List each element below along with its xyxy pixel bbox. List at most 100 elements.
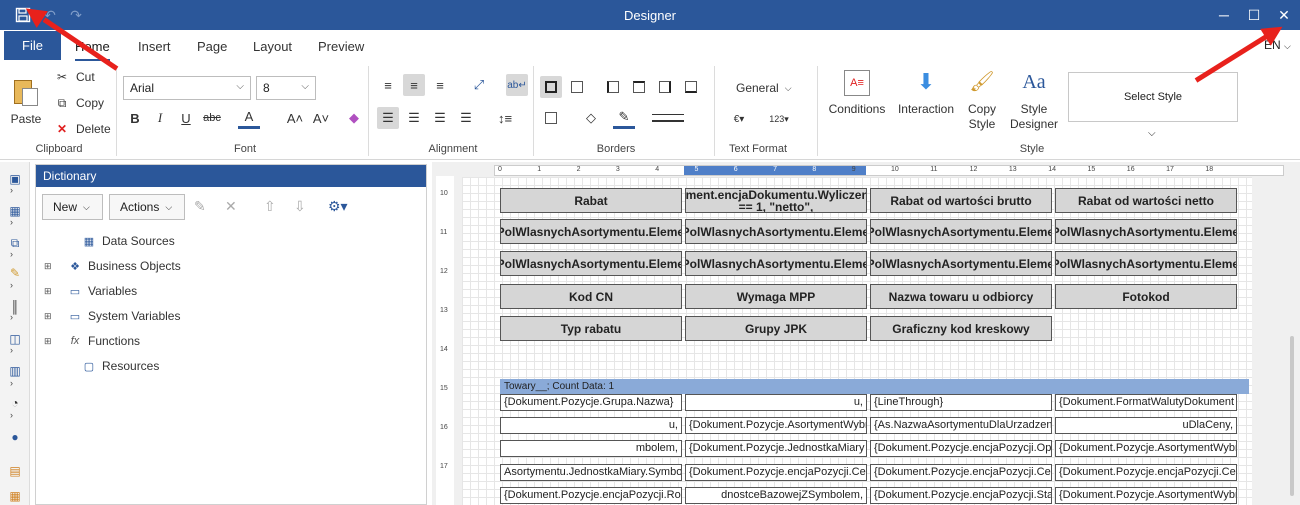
data-cell[interactable]: {Dokument.Pozycje.Grupa.Nazwa} [500,394,682,411]
header-cell[interactable]: Grupy JPK [685,316,867,341]
border-left-button[interactable] [602,76,624,98]
chevron-right-icon[interactable]: › [10,185,13,195]
data-cell[interactable]: {LineThrough} [870,394,1052,411]
barcode-icon[interactable]: ║ [6,298,24,316]
expand-icon[interactable]: ⊞ [44,261,54,272]
data-cell[interactable]: Asortymentu.JednostkaMiary.Symbo [500,464,682,481]
data-cell[interactable]: {Dokument.Pozycje.encjaPozycji.Cen [1055,464,1237,481]
tree-item-resources[interactable]: ▢ Resources [58,359,160,373]
select-style-gallery[interactable]: Select Style [1068,72,1238,122]
align-right-button[interactable]: ☰ [429,107,451,129]
header-cell[interactable]: Rabat [500,188,682,213]
calendar-icon[interactable]: ▦ [6,487,24,505]
header-cell[interactable]: {NazwyPolWlasnychAsortymentu.ElementAt(3… [1055,219,1237,244]
no-border-button[interactable] [566,76,588,98]
header-cell[interactable]: {NazwyPolWlasnychAsortymentu.ElementAt(2… [870,219,1052,244]
tab-preview[interactable]: Preview [318,39,364,54]
header-cell[interactable]: {NazwyPolWlasnychAsortymentu.ElementAt(7… [1055,251,1237,276]
delete-button[interactable]: ✕ Delete [54,121,111,137]
align-justify-button[interactable]: ☰ [455,107,477,129]
move-up-icon[interactable]: ⇧ [264,198,276,215]
grow-font-button[interactable]: A˄ [284,107,306,129]
header-cell[interactable]: Fotokod [1055,284,1237,309]
underline-button[interactable]: U [175,107,197,129]
strikethrough-button[interactable]: abc [201,107,223,129]
font-family-select[interactable]: Arial ⌵ [123,76,251,100]
border-bottom-button[interactable] [680,76,702,98]
chevron-right-icon[interactable]: › [10,217,13,227]
remove-icon[interactable]: ✕ [225,198,237,215]
header-cell[interactable]: Typ rabatu [500,316,682,341]
all-borders-button[interactable] [540,76,562,98]
chevron-right-icon[interactable]: › [10,410,13,420]
tree-item-business-objects[interactable]: ⊞ ❖ Business Objects [44,259,181,273]
align-top-button[interactable]: ≡ [377,74,399,96]
data-cell[interactable]: mbolem, [500,440,682,457]
data-cell[interactable]: {Dokument.Pozycje.encjaPozycji.Opi [870,440,1052,457]
word-wrap-button[interactable]: ab↵ [506,74,528,96]
border-color-button[interactable]: ✎ [613,107,635,129]
interaction-button[interactable]: ⬇ Interaction [895,70,957,117]
font-size-select[interactable]: 8 ⌵ [256,76,316,100]
bold-button[interactable]: B [124,107,146,129]
data-cell[interactable]: {Dokument.Pozycje.encjaPozycji.Cen [685,464,867,481]
redo-icon[interactable]: ↷ [66,5,86,25]
data-cell[interactable]: uDlaCeny, [1055,417,1237,434]
file-tab[interactable]: File [4,31,61,60]
border-style-button[interactable] [650,107,686,129]
header-cell[interactable]: Nazwa towaru u odbiorcy [870,284,1052,309]
copy-style-button[interactable]: 🖌 Copy Style [960,70,1004,132]
align-center-button[interactable]: ☰ [403,107,425,129]
style-designer-button[interactable]: Aa Style Designer [1008,70,1060,132]
data-cell[interactable]: {Dokument.Pozycje.JednostkaMiary As.Pods… [685,440,867,457]
data-cell[interactable]: {Dokument.Pozycje.encjaPozycji.Rod zajAs… [500,487,682,504]
tree-item-functions[interactable]: ⊞ fx Functions [44,334,140,348]
data-cell[interactable]: u, [500,417,682,434]
align-bottom-button[interactable]: ≡ [429,74,451,96]
chevron-right-icon[interactable]: › [10,345,13,355]
align-left-button[interactable]: ☰ [377,107,399,129]
italic-button[interactable]: I [149,107,171,129]
chevron-right-icon[interactable]: › [10,312,13,322]
data-cell[interactable]: {Dokument.FormatWalutyDokument [1055,394,1237,411]
tree-item-system-variables[interactable]: ⊞ ▭ System Variables [44,309,180,323]
header-cell[interactable]: {NazwyPolWlasnychAsortymentu.ElementAt(1… [685,219,867,244]
header-cell[interactable]: {NazwyPolWlasnychAsortymentu.ElementAt(6… [870,251,1052,276]
chevron-down-icon[interactable]: ⌵ [1148,128,1156,139]
border-top-button[interactable] [628,76,650,98]
data-cell[interactable]: {Dokument.Pozycje.encjaPozycji.Cen [870,464,1052,481]
shapes-icon[interactable]: ◫ [6,330,24,348]
align-middle-button[interactable]: ≡ [403,74,425,96]
panel-icon[interactable]: ⧉ [6,234,24,252]
conditions-button[interactable]: A≡ Conditions [825,70,889,117]
chevron-right-icon[interactable]: › [10,378,13,388]
header-cell[interactable]: Rabat od wartości brutto [870,188,1052,213]
header-cell[interactable]: Rabat od wartości netto [1055,188,1237,213]
header-cell[interactable]: {NazwyPolWlasnychAsortymentu.ElementAt(5… [685,251,867,276]
chevron-right-icon[interactable]: › [10,280,13,290]
number-format-button[interactable]: 123▾ [768,108,790,130]
expand-icon[interactable]: ⊞ [44,336,54,347]
header-cell[interactable]: Kod CN [500,284,682,309]
header-cell[interactable]: {Dokument.encjaDokumentu.WyliczenieVAT =… [685,188,867,213]
tree-item-data-sources[interactable]: ▦ Data Sources [58,234,175,248]
vertical-scrollbar[interactable] [1290,336,1294,496]
data-cell[interactable]: {Dokument.Pozycje.AsortymentWybr u.Nazwa… [685,417,867,434]
gauge-icon[interactable]: ◔ [6,394,24,412]
actions-button[interactable]: Actions ⌵ [109,194,185,220]
chart-icon[interactable]: ▥ [6,362,24,380]
tab-page[interactable]: Page [197,39,227,54]
data-cell[interactable]: u, [685,394,867,411]
line-spacing-button[interactable]: ↕≡ [494,107,516,129]
tab-layout[interactable]: Layout [253,39,292,54]
data-cell[interactable]: {As.NazwaAsortymentuDlaUrzadzeni [870,417,1052,434]
edit-icon[interactable]: ✎ [194,198,206,215]
data-cell[interactable]: {Dokument.Pozycje.AsortymentWybr y.PKWiU… [1055,487,1237,504]
clear-format-button[interactable]: ◆ [343,107,365,129]
minimize-icon[interactable]: ─ [1214,5,1234,25]
report-icon[interactable]: ▤ [6,462,24,480]
header-cell[interactable]: Graficzny kod kreskowy [870,316,1052,341]
data-cell[interactable]: dnostceBazowejZSymbolem, [685,487,867,504]
globe-icon[interactable]: ● [6,428,24,446]
chevron-right-icon[interactable]: › [10,249,13,259]
